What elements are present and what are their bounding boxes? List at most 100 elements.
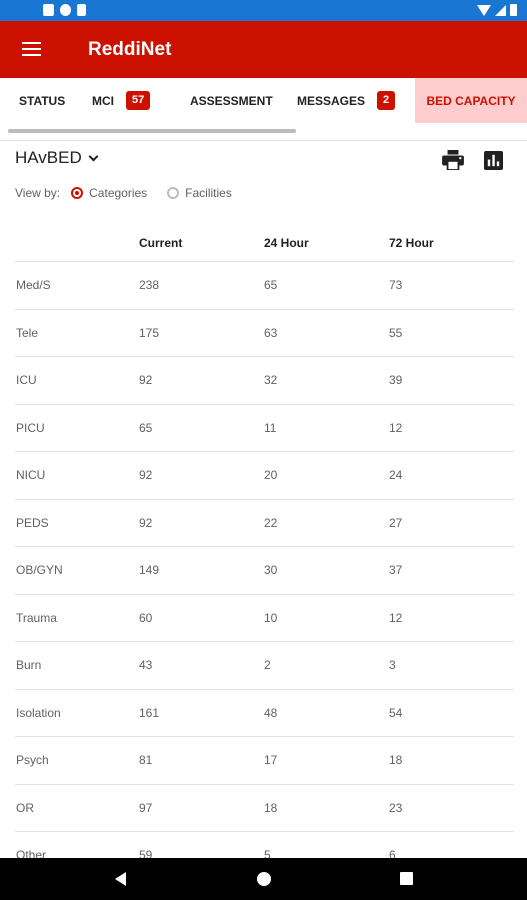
tab-label: BED CAPACITY — [426, 93, 516, 108]
categories-radio[interactable] — [71, 187, 84, 199]
table-row: Isolation 161 48 54 — [15, 690, 514, 737]
facilities-radio-label[interactable]: Facilities — [185, 186, 232, 200]
24-hour-cell: 48 — [264, 705, 278, 720]
category-cell: PEDS — [16, 515, 49, 530]
system-status-icons — [477, 4, 517, 16]
category-cell: Trauma — [16, 610, 57, 625]
view-by-label: View by: — [15, 186, 61, 200]
categories-radio-label[interactable]: Categories — [89, 186, 147, 200]
72-hour-cell: 23 — [389, 800, 403, 815]
category-cell: Psych — [16, 753, 49, 768]
24-hour-cell: 10 — [264, 610, 278, 625]
current-cell: 92 — [139, 515, 153, 530]
sd-card-icon — [77, 4, 86, 16]
tab-bed-capacity[interactable]: BED CAPACITY — [415, 78, 527, 123]
back-icon[interactable] — [115, 872, 126, 886]
tab-scroll-track — [0, 123, 527, 140]
current-cell: 65 — [139, 420, 153, 435]
tab-mci[interactable]: MCI 57 — [92, 78, 151, 123]
recents-icon[interactable] — [400, 872, 413, 885]
tab-assessment[interactable]: ASSESSMENT — [190, 78, 273, 123]
signal-icon — [495, 4, 506, 16]
24-hour-cell: 63 — [264, 325, 278, 340]
divider — [0, 140, 527, 141]
category-cell: Med/S — [16, 278, 51, 293]
72-hour-cell: 12 — [389, 610, 403, 625]
72-hour-cell: 73 — [389, 278, 403, 293]
table-row: Med/S 238 65 73 — [15, 262, 514, 310]
report-type-value: HAvBED — [15, 148, 82, 167]
72-hour-cell: 12 — [389, 420, 403, 435]
tab-label: MCI — [92, 93, 114, 108]
current-cell: 161 — [139, 705, 160, 720]
bed-capacity-table: Current 24 Hour 72 Hour Med/S 238 65 73 Tele… — [15, 224, 514, 880]
current-cell: 92 — [139, 468, 153, 483]
24-hour-cell: 22 — [264, 515, 278, 530]
wifi-icon — [477, 4, 491, 16]
app-title: ReddiNet — [88, 39, 172, 60]
system-status-bar — [0, 0, 527, 21]
view-by-group: View by: Categories Facilities — [15, 186, 232, 200]
notification-icon — [43, 4, 54, 16]
chevron-down-icon — [88, 151, 99, 161]
tab-scrollbar[interactable] — [8, 129, 296, 133]
72-hour-cell: 24 — [389, 468, 403, 483]
72-hour-cell: 18 — [389, 753, 403, 768]
current-cell: 238 — [139, 278, 160, 293]
24-hour-cell: 65 — [264, 278, 278, 293]
table-header-row: Current 24 Hour 72 Hour — [15, 224, 514, 262]
72-hour-cell: 37 — [389, 563, 403, 578]
24-hour-cell: 11 — [264, 420, 277, 435]
24-hour-cell: 17 — [264, 753, 278, 768]
table-row: OB/GYN 149 30 37 — [15, 547, 514, 595]
mci-count-badge: 57 — [126, 91, 151, 110]
tab-messages[interactable]: MESSAGES 2 — [297, 78, 396, 123]
column-header-24-hour: 24 Hour — [264, 235, 309, 250]
72-hour-cell: 3 — [389, 658, 396, 673]
menu-icon[interactable] — [22, 42, 41, 56]
current-cell: 81 — [139, 753, 153, 768]
72-hour-cell: 54 — [389, 705, 403, 720]
system-nav-bar — [0, 858, 527, 900]
table-body: Med/S 238 65 73 Tele 175 63 55 ICU 92 32 39 PICU 65 11… — [15, 262, 514, 880]
home-icon[interactable] — [257, 872, 271, 886]
table-row: Tele 175 63 55 — [15, 310, 514, 357]
tab-status[interactable]: STATUS — [19, 78, 65, 123]
category-cell: OB/GYN — [16, 563, 63, 578]
72-hour-cell: 27 — [389, 515, 403, 530]
category-cell: Tele — [16, 325, 39, 340]
table-row: OR 97 18 23 — [15, 785, 514, 832]
24-hour-cell: 20 — [264, 468, 278, 483]
category-cell: NICU — [16, 468, 46, 483]
tab-label: MESSAGES — [297, 93, 366, 108]
table-row: NICU 92 20 24 — [15, 452, 514, 500]
category-cell: Isolation — [16, 705, 61, 720]
notification-icons — [43, 4, 86, 16]
tab-label: STATUS — [19, 93, 66, 108]
category-cell: PICU — [16, 420, 45, 435]
category-cell: OR — [16, 800, 34, 815]
current-cell: 149 — [139, 563, 160, 578]
table-row: PEDS 92 22 27 — [15, 500, 514, 547]
category-cell: Burn — [16, 658, 42, 673]
column-header-current: Current — [139, 235, 183, 250]
table-row: Psych 81 17 18 — [15, 737, 514, 785]
table-row: Burn 43 2 3 — [15, 642, 514, 690]
app-bar: ReddiNet — [0, 21, 527, 78]
report-type-dropdown[interactable]: HAvBED — [15, 148, 99, 168]
current-cell: 60 — [139, 610, 153, 625]
current-cell: 175 — [139, 325, 160, 340]
24-hour-cell: 32 — [264, 373, 278, 388]
table-row: ICU 92 32 39 — [15, 357, 514, 405]
table-row: Trauma 60 10 12 — [15, 595, 514, 642]
bar-chart-icon[interactable] — [484, 151, 503, 170]
tab-label: ASSESSMENT — [190, 93, 273, 108]
24-hour-cell: 18 — [264, 800, 278, 815]
tab-bar: STATUS MCI 57 ASSESSMENT MESSAGES 2 BED … — [0, 78, 527, 123]
facilities-radio[interactable] — [167, 187, 180, 199]
table-row: PICU 65 11 12 — [15, 405, 514, 452]
notification-icon — [60, 4, 71, 16]
24-hour-cell: 30 — [264, 563, 278, 578]
print-icon[interactable] — [442, 150, 464, 170]
category-cell: ICU — [16, 373, 37, 388]
